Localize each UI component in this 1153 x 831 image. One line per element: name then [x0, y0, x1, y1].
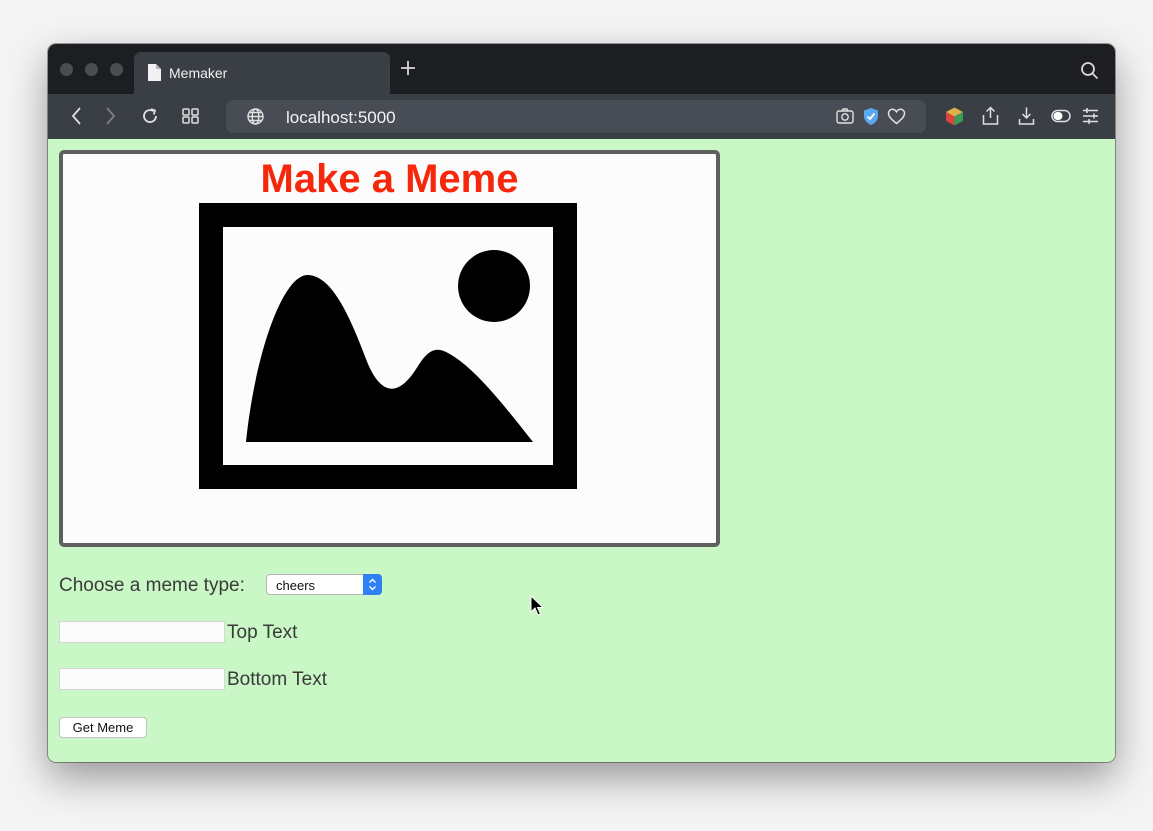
- meme-preview: Make a Meme: [59, 150, 720, 547]
- browser-window: Memaker localhost:5000 Make a Meme Choos…: [48, 44, 1115, 762]
- extension-cube-icon[interactable]: [944, 106, 965, 132]
- tab-memaker[interactable]: Memaker: [134, 52, 390, 94]
- meme-type-select[interactable]: cheers: [266, 574, 382, 595]
- privacy-shield-icon[interactable]: [862, 107, 880, 131]
- globe-icon: [246, 107, 265, 131]
- top-text-label: Top Text: [227, 622, 298, 643]
- back-icon[interactable]: [70, 106, 84, 131]
- bottom-text-label: Bottom Text: [227, 669, 327, 690]
- meme-type-selected-value: cheers: [276, 578, 316, 593]
- meme-title: Make a Meme: [260, 157, 519, 201]
- zoom-window-icon[interactable]: [110, 63, 123, 76]
- reload-icon[interactable]: [140, 106, 160, 131]
- minimize-window-icon[interactable]: [85, 63, 98, 76]
- tab-title: Memaker: [169, 65, 228, 81]
- menu-icon[interactable]: [1082, 107, 1099, 130]
- document-icon: [147, 64, 161, 86]
- meme-type-label: Choose a meme type:: [59, 575, 245, 596]
- get-meme-button[interactable]: Get Meme: [59, 717, 147, 738]
- favorite-heart-icon[interactable]: [887, 108, 906, 130]
- share-icon[interactable]: [981, 106, 1000, 131]
- tab-bar: Memaker: [48, 44, 1115, 94]
- top-text-input[interactable]: [59, 621, 225, 643]
- url-text: localhost:5000: [286, 108, 396, 127]
- new-tab-icon[interactable]: [399, 59, 417, 82]
- bottom-text-input[interactable]: [59, 668, 225, 690]
- toggle-switch-icon[interactable]: [1051, 109, 1071, 128]
- close-window-icon[interactable]: [60, 63, 73, 76]
- image-placeholder-icon: [199, 203, 577, 489]
- forward-icon[interactable]: [103, 106, 117, 131]
- tab-overview-icon[interactable]: [181, 106, 201, 131]
- download-icon[interactable]: [1017, 106, 1036, 131]
- screenshot-icon[interactable]: [836, 108, 854, 130]
- mouse-pointer-icon: [530, 594, 545, 622]
- address-bar[interactable]: localhost:5000: [226, 100, 926, 133]
- search-tabs-icon[interactable]: [1080, 61, 1099, 85]
- select-arrows-icon[interactable]: [363, 574, 382, 595]
- page-content: Make a Meme Choose a meme type: cheers T…: [48, 139, 1115, 762]
- navigation-toolbar: localhost:5000: [48, 94, 1115, 139]
